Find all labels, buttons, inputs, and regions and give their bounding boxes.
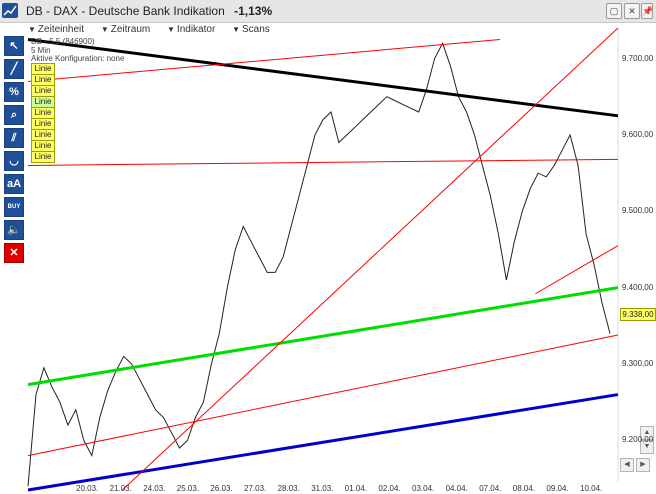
trendline[interactable] [27,286,619,387]
x-tick-label: 01.04. [344,484,368,493]
scroll-right-icon[interactable]: ▶ [636,458,650,472]
x-tick-label: 27.03. [244,484,267,493]
x-tick-label: 21.03. [109,484,132,493]
scroll-left-icon[interactable]: ◀ [620,458,634,472]
trendline[interactable] [27,393,619,492]
legend-item[interactable]: Linie [31,151,55,163]
horizontal-scrollbar[interactable]: ◀ ▶ [620,458,650,472]
y-tick-label: 9.500,00 [622,206,654,216]
chart-info: DB - 5.5 (846900) 5 Min Aktive Konfigura… [31,37,124,64]
trendline[interactable] [535,245,619,295]
x-tick-label: 07.04. [479,484,502,493]
x-tick-label: 02.04. [378,484,401,493]
y-tick-label: 9.700,00 [622,53,654,63]
x-tick-label: 20.03. [76,484,99,493]
trendline[interactable] [27,158,619,166]
y-tick-label: 9.300,00 [622,359,654,368]
x-tick-label: 04.04. [445,484,468,493]
price-series-line [27,42,611,487]
y-tick-label: 9.200,00 [622,435,654,445]
price-chart[interactable] [0,0,656,494]
current-price-tag: 9.338,00 [620,308,656,321]
trendline[interactable] [27,334,619,457]
x-tick-label: 28.03. [277,484,300,493]
x-tick-label: 09.04. [546,484,569,493]
x-tick-label: 03.04. [412,484,435,493]
x-tick-label: 08.04. [512,484,536,493]
y-tick-label: 9.600,00 [622,129,654,139]
x-tick-label: 10.04. [580,484,603,493]
y-tick-label: 9.400,00 [622,282,654,292]
x-tick-label: 26.03. [210,484,233,493]
x-tick-label: 31.03. [311,484,334,493]
x-tick-label: 24.03. [143,484,166,493]
x-tick-label: 25.03. [176,484,200,493]
trendline[interactable] [122,27,619,491]
